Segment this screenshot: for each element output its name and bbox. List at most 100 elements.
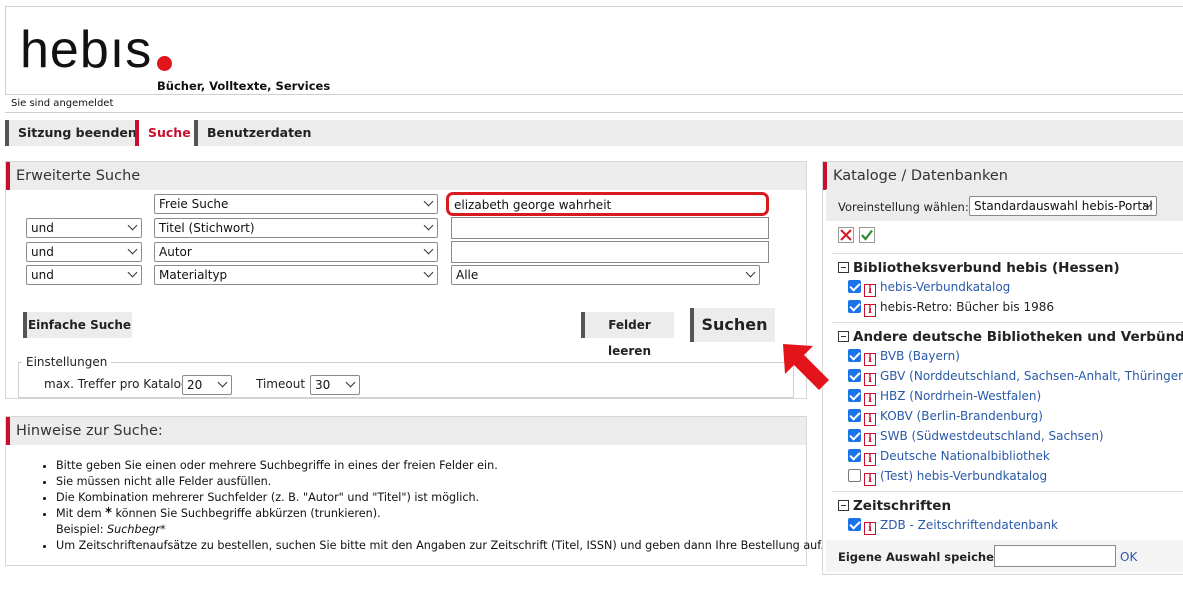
checkbox-checked[interactable] [848, 518, 861, 531]
collapse-icon[interactable] [838, 262, 849, 273]
catalog-link[interactable]: hebis-Verbundkatalog [880, 280, 1010, 294]
chevron-down-icon [127, 244, 138, 255]
catalog-item[interactable]: i hebis-Verbundkatalog [848, 280, 1010, 297]
settings-legend: Einstellungen [22, 355, 112, 369]
deselect-all-icon[interactable] [838, 227, 854, 243]
operator-select-3[interactable]: und [26, 242, 142, 262]
chevron-down-icon [423, 267, 434, 278]
catalog-link[interactable]: KOBV (Berlin-Brandenburg) [880, 409, 1043, 423]
catalog-link[interactable]: GBV (Norddeutschland, Sachsen-Anhalt, Th… [880, 369, 1183, 383]
ok-link[interactable]: OK [1120, 550, 1137, 564]
hint-list: Bitte geben Sie einen oder mehrere Suchb… [46, 458, 824, 554]
checkbox-checked[interactable] [848, 449, 861, 462]
divider [5, 112, 1183, 113]
hebis-logo[interactable]: hebıs [20, 20, 152, 80]
asterisk-symbol: * [105, 506, 112, 521]
checkbox-checked[interactable] [848, 389, 861, 402]
example-text: Suchbegr* [107, 523, 166, 536]
select-all-icon[interactable] [859, 227, 875, 243]
search-input-2[interactable] [451, 217, 769, 239]
list-item: Sie müssen nicht alle Felder ausfüllen. [56, 474, 824, 490]
search-input-3[interactable] [451, 241, 769, 263]
collapse-icon[interactable] [838, 500, 849, 511]
chevron-down-icon [127, 267, 138, 278]
checkbox-checked[interactable] [848, 429, 861, 442]
info-icon[interactable]: i [864, 473, 876, 486]
info-icon[interactable]: i [864, 522, 876, 535]
field-select-1[interactable]: Freie Suche [154, 194, 438, 214]
info-icon[interactable]: i [864, 304, 876, 317]
catalog-link[interactable]: HBZ (Nordrhein-Westfalen) [880, 389, 1041, 403]
catalog-item[interactable]: i BVB (Bayern) [848, 349, 960, 366]
info-icon[interactable]: i [864, 433, 876, 446]
catalog-item[interactable]: i GBV (Norddeutschland, Sachsen-Anhalt, T… [848, 369, 1183, 386]
list-item: Bitte geben Sie einen oder mehrere Suchb… [56, 458, 824, 474]
divider [832, 253, 1183, 254]
chevron-down-icon [423, 244, 434, 255]
nav-search[interactable]: Suche [135, 120, 197, 146]
material-value-select[interactable]: Alle [451, 265, 760, 285]
panel-title: Kataloge / Datenbanken [823, 162, 1183, 190]
info-icon[interactable]: i [864, 353, 876, 366]
catalog-item[interactable]: i KOBV (Berlin-Brandenburg) [848, 409, 1043, 426]
material-type-select[interactable]: Materialtyp [154, 265, 438, 285]
checkbox-checked[interactable] [848, 349, 861, 362]
chevron-down-icon [217, 377, 228, 388]
catalog-item[interactable]: i hebis-Retro: Bücher bis 1986 [848, 300, 1055, 317]
catalog-link[interactable]: ZDB - Zeitschriftendatenbank [880, 518, 1058, 532]
group-hebis[interactable]: Bibliotheksverbund hebis (Hessen) [838, 260, 1120, 276]
divider [832, 491, 1183, 492]
catalog-item[interactable]: i SWB (Südwestdeutschland, Sachsen) [848, 429, 1104, 446]
info-icon[interactable]: i [864, 373, 876, 386]
catalog-label: hebis-Retro: Bücher bis 1986 [880, 300, 1055, 314]
checkbox-checked[interactable] [848, 369, 861, 382]
nav-logout[interactable]: Sitzung beenden [5, 120, 137, 146]
chevron-down-icon [423, 220, 434, 231]
checkbox-checked[interactable] [848, 300, 861, 313]
catalog-link[interactable]: (Test) hebis-Verbundkatalog [880, 469, 1047, 483]
chevron-down-icon [127, 220, 138, 231]
logo-dot-icon [157, 56, 172, 71]
catalog-item[interactable]: i Deutsche Nationalbibliothek [848, 449, 1050, 466]
catalog-item[interactable]: i (Test) hebis-Verbundkatalog [848, 469, 1047, 486]
info-icon[interactable]: i [864, 453, 876, 466]
catalog-item[interactable]: i ZDB - Zeitschriftendatenbank [848, 518, 1058, 535]
search-button[interactable]: Suchen [690, 308, 775, 342]
timeout-select[interactable]: 30 [310, 375, 360, 395]
operator-select-2[interactable]: und [26, 218, 142, 238]
panel-title: Hinweise zur Suche: [6, 417, 806, 445]
catalog-link[interactable]: SWB (Südwestdeutschland, Sachsen) [880, 429, 1104, 443]
list-item: Mit dem * können Sie Suchbegriffe abkürz… [56, 506, 824, 538]
collapse-icon[interactable] [838, 331, 849, 342]
checkbox-checked[interactable] [848, 409, 861, 422]
save-selection-input[interactable] [994, 545, 1116, 567]
catalog-item[interactable]: i HBZ (Nordrhein-Westfalen) [848, 389, 1041, 406]
group-journals[interactable]: Zeitschriften [838, 498, 951, 514]
divider [832, 322, 1183, 323]
info-icon[interactable]: i [864, 284, 876, 297]
preset-label: Voreinstellung wählen: [838, 200, 969, 214]
preset-select[interactable]: Standardauswahl hebis-Portal [969, 196, 1157, 216]
checkbox-checked[interactable] [848, 280, 861, 293]
timeout-label: Timeout [256, 377, 306, 391]
clear-fields-button[interactable]: Felder leeren [581, 312, 674, 358]
field-select-2[interactable]: Titel (Stichwort) [154, 218, 438, 238]
list-item: Die Kombination mehrerer Suchfelder (z. … [56, 490, 824, 506]
simple-search-button[interactable]: Einfache Suche [23, 312, 132, 338]
field-select-3[interactable]: Autor [154, 242, 438, 262]
checkbox-unchecked[interactable] [848, 469, 861, 482]
chevron-down-icon [423, 196, 434, 207]
red-arrow-icon [783, 344, 829, 390]
info-icon[interactable]: i [864, 393, 876, 406]
group-other-libraries[interactable]: Andere deutsche Bibliotheken und Verbünd… [838, 329, 1183, 345]
login-status: Sie sind angemeldet [11, 98, 114, 109]
nav-user-data[interactable]: Benutzerdaten [194, 120, 311, 146]
chevron-down-icon [345, 377, 356, 388]
operator-select-4[interactable]: und [26, 265, 142, 285]
list-item: Um Zeitschriftenaufsätze zu bestellen, s… [56, 538, 824, 554]
info-icon[interactable]: i [864, 413, 876, 426]
search-input-1[interactable]: elizabeth george wahrheit [446, 192, 769, 216]
catalog-link[interactable]: Deutsche Nationalbibliothek [880, 449, 1050, 463]
max-hits-select[interactable]: 20 [182, 375, 232, 395]
catalog-link[interactable]: BVB (Bayern) [880, 349, 960, 363]
